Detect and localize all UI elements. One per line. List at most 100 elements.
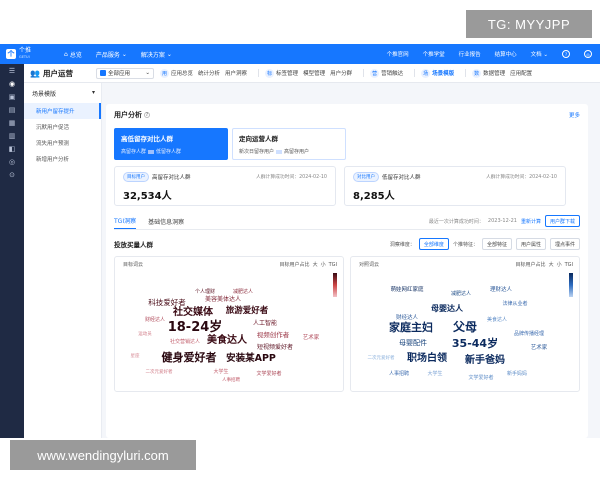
- message-icon[interactable]: ▥: [0, 129, 24, 142]
- tab-tgi-insight[interactable]: TGI洞察: [114, 216, 137, 229]
- sidebar-item-new-user-analysis[interactable]: 新增用户分析: [24, 151, 101, 167]
- menu-icon[interactable]: ☰: [0, 64, 24, 77]
- watermark-top: TG: MYYJPP: [466, 10, 592, 38]
- logo-sub: GETUI: [19, 55, 30, 59]
- tab-tag-manage[interactable]: 标签管理: [276, 69, 298, 77]
- stat-card-control: 对比用户 低留存对比人群 人群计算成功时间：2024-02-10 8,285人: [344, 166, 566, 206]
- cloud-word: 人事招聘: [389, 370, 409, 377]
- cloud-word: 人工智能: [253, 319, 277, 327]
- cloud-word: 减肥达人: [233, 288, 253, 295]
- chevron-down-icon: ⌄: [145, 70, 150, 76]
- app-select-value: 全部应用: [108, 71, 131, 77]
- cloud-word: 社交媒体: [172, 305, 214, 318]
- user-attr-button[interactable]: 用户属性: [515, 238, 546, 250]
- segment-card-retention-compare[interactable]: 高低留存对比人群 高留存人群 低留存人群: [114, 128, 228, 160]
- help-icon[interactable]: ?: [562, 50, 570, 58]
- dimension-select[interactable]: 全部维度: [418, 238, 449, 250]
- nav-solutions-label: 解决方案: [140, 51, 165, 59]
- nav-overview[interactable]: ⌂ 总览: [64, 50, 82, 59]
- cloud-word: 理财达人: [490, 285, 513, 293]
- sub-sidebar-header[interactable]: 场景模版 ▾: [24, 89, 101, 98]
- settings-icon[interactable]: ◎: [0, 155, 24, 168]
- nav-link-reports[interactable]: 行业报告: [459, 50, 481, 58]
- tag-group-icon: 标: [265, 68, 275, 78]
- nav-products[interactable]: 产品服务 ⌄: [96, 50, 127, 59]
- feature-select[interactable]: 全部特征: [481, 238, 512, 250]
- help-icon[interactable]: ?: [144, 112, 150, 118]
- cloud-word: 人事招聘: [222, 376, 240, 383]
- cloud-word: 35-44岁: [452, 336, 498, 350]
- sidebar-item-new-user-retention[interactable]: 新用户留存提升: [24, 103, 101, 119]
- cloud-word: 星座: [131, 352, 140, 359]
- nav-link-site[interactable]: 个推官网: [387, 50, 409, 58]
- legend-size-big: 大: [312, 262, 318, 268]
- search-icon[interactable]: ⊙: [0, 168, 24, 181]
- tab-user-segment[interactable]: 用户分群: [330, 69, 352, 77]
- last-calc-time: 2023-12-21: [487, 218, 517, 224]
- download-button[interactable]: 用户群下载: [544, 215, 580, 227]
- calc-info: 最近一次计算成功时间： 2023-12-21 重新计算 用户群下载: [429, 215, 580, 227]
- single-label: 个推特征：: [452, 241, 478, 248]
- tab-app-overview[interactable]: 应用总览: [171, 69, 193, 77]
- logo[interactable]: 个 个推 GETUI: [6, 48, 50, 60]
- sidebar-item-silent-activation[interactable]: 沉默用户促活: [24, 119, 101, 135]
- cloud-word: 新手妈妈: [507, 370, 527, 377]
- tab-basic-insight[interactable]: 基础信息洞察: [148, 217, 184, 229]
- cloud-word: 财经达人: [145, 316, 165, 323]
- chart-icon[interactable]: ▤: [0, 103, 24, 116]
- cloud-word: 二次元爱好者: [146, 368, 173, 375]
- app-select[interactable]: 全部应用 ⌄: [96, 67, 154, 79]
- box-icon[interactable]: ◧: [0, 142, 24, 155]
- sub-sidebar: 场景模版 ▾ 新用户留存提升 沉默用户促活 流失用户预测 新增用户分析: [24, 83, 102, 438]
- tab-user-insight[interactable]: 用户洞察: [225, 69, 247, 77]
- cloud-word: 家庭主妇: [389, 320, 433, 334]
- tab-scene-template[interactable]: 场景模版: [432, 69, 454, 77]
- tab-stats[interactable]: 统计分析: [198, 69, 220, 77]
- cloud-word: 萌娃网红家庭: [390, 285, 424, 293]
- chevron-down-icon: ⌄: [543, 52, 548, 58]
- sidebar-item-churn-prediction[interactable]: 流失用户预测: [24, 135, 101, 151]
- divider: [363, 69, 365, 77]
- nav-docs-label: 文档: [530, 52, 542, 58]
- cloud-word: 母婴配件: [399, 338, 427, 347]
- segment-title: 高低留存对比人群: [121, 135, 173, 143]
- app-screenshot: 个 个推 GETUI ⌂ 总览 产品服务 ⌄ 解决方案 ⌄ 个推官网 个推学堂 行业报告…: [0, 44, 600, 438]
- cloud-word: 父母: [452, 320, 477, 334]
- top-nav: 个 个推 GETUI ⌂ 总览 产品服务 ⌄ 解决方案 ⌄ 个推官网 个推学堂 行业报告…: [0, 44, 600, 64]
- more-link[interactable]: 更多: [569, 111, 580, 119]
- event-button[interactable]: 埋点事件: [549, 238, 580, 250]
- segment-card-targeted[interactable]: 定向运营人群 新次日留存用户 高留存用户: [232, 128, 346, 160]
- cloud-word: 财经达人: [396, 313, 419, 321]
- nav-overview-label: 总览: [69, 51, 82, 59]
- nav-solutions[interactable]: 解决方案 ⌄: [141, 50, 172, 59]
- tab-data-manage[interactable]: 数据管理: [483, 69, 505, 77]
- module-title: 👥 用户运营: [30, 68, 94, 79]
- app-group-icon: 用: [160, 68, 169, 78]
- tab-app-config[interactable]: 应用配置: [510, 69, 532, 77]
- cloud-word: 文学爱好者: [468, 374, 493, 381]
- segment-title: 定向运营人群: [239, 135, 278, 143]
- legend-size-small: 小: [320, 262, 326, 268]
- recalc-link[interactable]: 重新计算: [521, 218, 541, 225]
- nav-products-label: 产品服务: [95, 51, 120, 59]
- nav-link-billing[interactable]: 结算中心: [495, 50, 517, 58]
- logo-mark: 个: [6, 49, 16, 59]
- word-cloud-control: 萌娃网红家庭 理财达人减肥达人法律从业者 母婴达人财经达人家庭主妇 父母母婴配件 35-…: [368, 285, 548, 381]
- user-avatar-icon[interactable]: ◎: [584, 50, 592, 58]
- cloud-word: 艺术家: [303, 333, 320, 341]
- status-badge: 对比用户: [353, 172, 379, 182]
- stat-card-target: 目标用户 高留存对比人群 人群计算成功时间：2024-02-10 32,534人: [114, 166, 336, 206]
- nav-link-school[interactable]: 个推学堂: [423, 50, 445, 58]
- users-icon[interactable]: ◉: [0, 77, 24, 90]
- tag-icon[interactable]: ▣: [0, 90, 24, 103]
- watermark-bottom: www.wendingyluri.com: [10, 440, 196, 470]
- cloud-word: 科技爱好者: [148, 297, 186, 307]
- mod-group-marketing: 营 营销触达: [370, 68, 408, 78]
- vs-icon: [276, 149, 283, 154]
- mod-group-app: 用 应用总览 统计分析 用户洞察: [160, 68, 252, 78]
- tab-model-manage[interactable]: 模型管理: [303, 69, 325, 77]
- folder-icon[interactable]: ▦: [0, 116, 24, 129]
- tab-marketing[interactable]: 营销触达: [381, 69, 403, 77]
- nav-link-docs[interactable]: 文档 ⌄: [531, 50, 548, 58]
- chevron-down-icon: ⌄: [121, 50, 127, 58]
